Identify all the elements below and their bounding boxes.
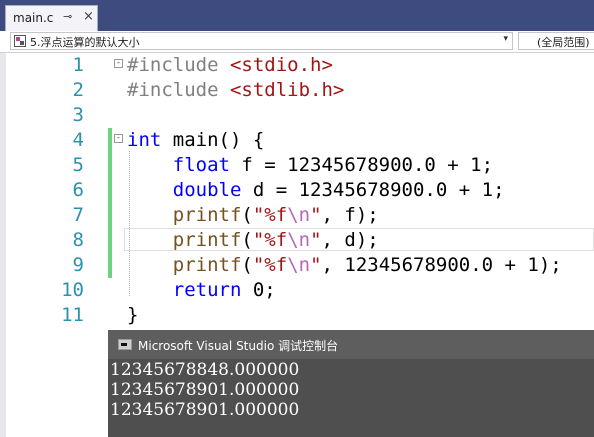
code-line: 7 printf("%f\n", f); — [0, 203, 594, 228]
project-icon — [14, 35, 26, 47]
document-tab-strip: main.c ⊸ × — [0, 0, 594, 31]
console-title-bar[interactable]: Microsoft Visual Studio 调试控制台 — [108, 330, 594, 359]
line-number: 8 — [72, 229, 84, 251]
change-bar — [108, 253, 112, 278]
change-bar — [108, 178, 112, 203]
change-bar — [108, 228, 112, 253]
line-number: 2 — [72, 79, 84, 101]
scope-text: 5.浮点运算的默认大小 — [30, 36, 140, 49]
escape-sequence: \n — [287, 254, 311, 276]
change-bar — [108, 153, 112, 178]
line-number: 11 — [61, 304, 84, 326]
code-text: , 12345678900.0 + 1); — [321, 254, 562, 276]
line-number: 3 — [72, 104, 84, 126]
code-line: 9 printf("%f\n", 12345678900.0 + 1); — [0, 253, 594, 278]
escape-sequence: \n — [287, 229, 311, 251]
escape-sequence: \n — [287, 204, 311, 226]
chevron-down-icon[interactable]: ▾ — [503, 34, 508, 44]
code-text: ( — [241, 254, 253, 276]
code-line: 11 } — [0, 303, 594, 328]
console-output: 12345678848.000000 12345678901.000000 12… — [108, 359, 594, 437]
code-text: ( — [241, 229, 253, 251]
console-line: 12345678901.000000 — [110, 380, 300, 400]
console-line: 12345678901.000000 — [110, 400, 300, 420]
console-line: 12345678848.000000 — [110, 360, 300, 380]
include-header: <stdlib.h> — [229, 79, 345, 101]
code-text: , d); — [321, 229, 379, 251]
function-name: main — [172, 129, 219, 151]
code-text: } — [127, 304, 139, 326]
console-title: Microsoft Visual Studio 调试控制台 — [138, 339, 339, 353]
line-number: 1 — [72, 54, 84, 76]
function-call: printf — [172, 204, 242, 226]
keyword: double — [172, 179, 242, 201]
string-literal: "%f — [252, 204, 288, 226]
code-line: 1 - #include <stdio.h> — [0, 53, 594, 78]
line-number: 9 — [72, 254, 84, 276]
code-line: 2 #include <stdlib.h> — [0, 78, 594, 103]
code-text: , f); — [321, 204, 379, 226]
code-line: 8 printf("%f\n", d); — [0, 228, 594, 253]
line-number: 4 — [72, 129, 84, 151]
console-icon — [118, 339, 132, 350]
change-bar — [108, 203, 112, 228]
change-bar — [108, 128, 112, 153]
code-text: f = 12345678900.0 + 1; — [229, 154, 494, 176]
keyword: int — [127, 129, 162, 151]
code-text: ( — [241, 204, 253, 226]
include-header: <stdio.h> — [229, 54, 333, 76]
line-number: 10 — [61, 279, 84, 301]
scope-dropdown[interactable]: 5.浮点运算的默认大小 ▾ — [10, 32, 513, 50]
code-text: 0; — [241, 279, 276, 301]
line-number: 7 — [72, 204, 84, 226]
line-number: 5 — [72, 154, 84, 176]
tab-label: main.c — [13, 11, 54, 25]
code-line: 6 double d = 12345678900.0 + 1; — [0, 178, 594, 203]
collapse-icon[interactable]: - — [114, 59, 123, 68]
preprocessor-directive: #include — [127, 79, 219, 101]
function-call: printf — [172, 254, 242, 276]
code-line: 4 - int main() { — [0, 128, 594, 153]
collapse-icon[interactable]: - — [114, 134, 123, 143]
member-dropdown[interactable]: (全局范围) — [518, 32, 594, 50]
close-icon[interactable]: × — [83, 9, 94, 24]
string-literal: " — [310, 229, 322, 251]
code-line: 5 float f = 12345678900.0 + 1; — [0, 153, 594, 178]
preprocessor-directive: #include — [127, 54, 219, 76]
code-line: 3 — [0, 103, 594, 128]
string-literal: "%f — [252, 229, 288, 251]
string-literal: " — [310, 254, 322, 276]
string-literal: " — [310, 204, 322, 226]
member-text: (全局范围) — [537, 36, 590, 49]
code-text: () { — [218, 129, 265, 151]
navigation-bar: 5.浮点运算的默认大小 ▾ (全局范围) — [0, 31, 594, 53]
keyword: return — [172, 279, 242, 301]
line-number: 6 — [72, 179, 84, 201]
code-text: d = 12345678900.0 + 1; — [241, 179, 505, 201]
pin-icon[interactable]: ⊸ — [63, 10, 72, 23]
tab-main-c[interactable]: main.c ⊸ × — [5, 5, 98, 31]
keyword: float — [172, 154, 230, 176]
string-literal: "%f — [252, 254, 288, 276]
code-line: 10 return 0; — [0, 278, 594, 303]
function-call: printf — [172, 229, 242, 251]
debug-console-window[interactable]: Microsoft Visual Studio 调试控制台 1234567884… — [108, 330, 594, 437]
